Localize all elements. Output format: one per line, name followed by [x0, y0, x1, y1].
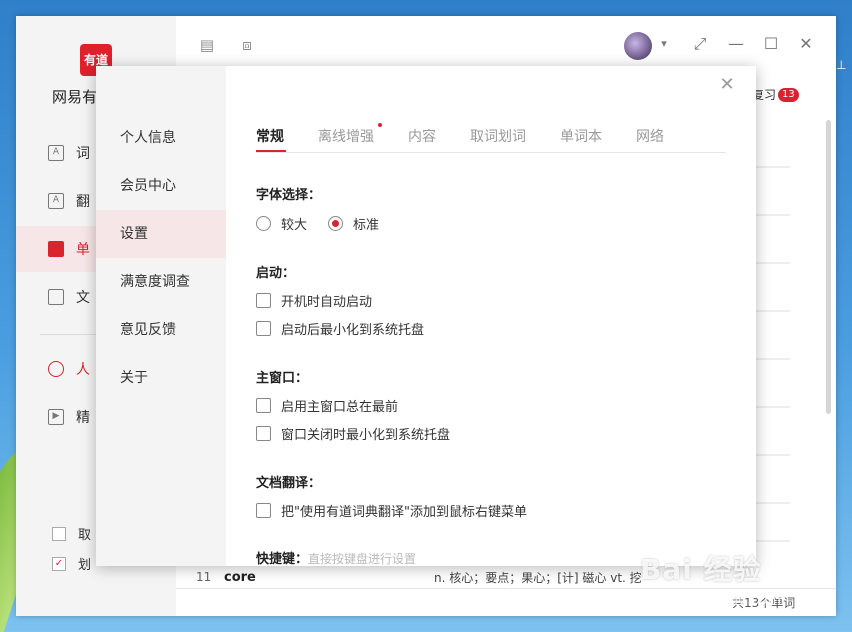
tab-wordbook[interactable]: 单词本 — [560, 126, 602, 146]
check-label: 取 — [78, 528, 92, 543]
tab-content[interactable]: 内容 — [408, 126, 436, 146]
baidu-jingyan-watermark: Bai 经验 — [640, 553, 762, 586]
sidebar-item-label: 翻 — [76, 194, 90, 210]
tab-capture[interactable]: 取词划词 — [470, 126, 526, 146]
capture-word-toggle[interactable]: 取 — [52, 524, 91, 543]
shortcut-hint: 直接按键盘进行设置 — [308, 552, 417, 566]
row-definition: n. 核心；要点；果心；[计] 磁心 vt. 挖 — [434, 570, 642, 585]
checkbox[interactable] — [256, 398, 271, 413]
new-badge-dot — [378, 123, 382, 127]
close-icon[interactable]: ✕ — [716, 74, 738, 96]
checkbox-unchecked[interactable] — [52, 526, 66, 541]
option-label: 标准 — [353, 218, 380, 233]
row-word: core — [224, 569, 256, 585]
checkbox[interactable] — [256, 426, 271, 441]
settings-nav-profile[interactable]: 个人信息 — [96, 114, 226, 162]
option-label: 开机时自动启动 — [281, 295, 373, 310]
font-standard-option[interactable]: 标准 — [328, 214, 379, 233]
radio-button[interactable] — [256, 216, 271, 231]
minimize-icon[interactable]: — — [726, 34, 746, 54]
settings-nav-membership[interactable]: 会员中心 — [96, 162, 226, 210]
checkbox[interactable] — [256, 321, 271, 336]
review-count-badge: 13 — [778, 87, 799, 102]
avatar[interactable] — [624, 32, 652, 60]
option-label: 窗口关闭时最小化到系统托盘 — [281, 428, 451, 443]
main-window-section-title: 主窗口： — [256, 371, 309, 386]
sidebar-item-label: 精 — [76, 410, 90, 426]
sidebar-item-label: 人 — [76, 362, 90, 378]
sidebar-item-label: 词 — [76, 146, 90, 162]
restore-icon[interactable]: ⤢ — [690, 34, 710, 54]
close-icon[interactable]: ✕ — [796, 34, 816, 54]
app-name: 网易有 — [52, 88, 98, 106]
checkbox[interactable] — [256, 293, 271, 308]
translate-icon: A — [48, 193, 64, 209]
settings-nav-feedback[interactable]: 意见反馈 — [96, 306, 226, 354]
sidebar-item-label: 单 — [76, 242, 90, 258]
maximize-icon[interactable]: ☐ — [761, 34, 781, 54]
chevron-down-icon[interactable]: ▾ — [654, 34, 674, 54]
checkbox[interactable] — [256, 503, 271, 518]
settings-tabs: 常规 离线增强 内容 取词划词 单词本 网络 — [256, 118, 726, 153]
settings-nav-settings[interactable]: 设置 — [96, 210, 226, 258]
context-menu-option[interactable]: 把"使用有道词典翻译"添加到鼠标右键菜单 — [256, 501, 527, 520]
shortcut-section-title: 快捷键：直接按键盘进行设置 — [256, 548, 416, 566]
tab-offline[interactable]: 离线增强 — [318, 126, 374, 146]
tab-general[interactable]: 常规 — [256, 126, 284, 146]
option-label: 较大 — [281, 218, 308, 233]
wordbook-icon — [48, 241, 64, 257]
screenshot-icon[interactable]: ⧈ — [238, 36, 256, 54]
font-large-option[interactable]: 较大 — [256, 214, 307, 233]
minimize-on-close-option[interactable]: 窗口关闭时最小化到系统托盘 — [256, 424, 450, 443]
settings-nav-survey[interactable]: 满意度调查 — [96, 258, 226, 306]
settings-sidebar: 个人信息 会员中心 设置 满意度调查 意见反馈 关于 — [96, 66, 226, 566]
option-label: 启动后最小化到系统托盘 — [281, 323, 425, 338]
footer-divider — [176, 588, 836, 589]
startup-section-title: 启动： — [256, 266, 296, 281]
minimize-on-start-option[interactable]: 启动后最小化到系统托盘 — [256, 319, 424, 338]
human-translate-icon — [48, 361, 64, 377]
radio-button-selected[interactable] — [328, 216, 343, 231]
watermark-url: jingyan.baidu.com — [652, 592, 782, 608]
check-label: 划 — [78, 558, 92, 573]
select-word-toggle[interactable]: ✓ 划 — [52, 554, 91, 573]
active-tab-indicator — [256, 150, 286, 152]
settings-dialog: 个人信息 会员中心 设置 满意度调查 意见反馈 关于 ✕ 常规 离线增强 内容 … — [96, 66, 756, 566]
dictionary-icon: A — [48, 145, 64, 161]
desktop-edge-mark: ⊥ — [836, 58, 847, 72]
document-icon — [48, 289, 64, 305]
option-label: 启用主窗口总在最前 — [281, 400, 399, 415]
wordlist-scrollbar[interactable] — [826, 120, 831, 414]
autostart-option[interactable]: 开机时自动启动 — [256, 291, 372, 310]
settings-nav-about[interactable]: 关于 — [96, 354, 226, 402]
row-index: 11 — [196, 570, 212, 584]
review-button[interactable]: 复习 13 — [752, 86, 799, 103]
video-course-icon: ▶ — [48, 409, 64, 425]
checkbox-checked[interactable]: ✓ — [52, 556, 66, 571]
option-label: 把"使用有道词典翻译"添加到鼠标右键菜单 — [281, 505, 527, 520]
shortcut-title: 快捷键： — [256, 552, 309, 566]
tab-network[interactable]: 网络 — [636, 126, 664, 146]
sidebar-item-label: 文 — [76, 290, 90, 306]
doc-translate-section-title: 文档翻译： — [256, 476, 322, 491]
document-icon[interactable]: ▤ — [198, 36, 216, 54]
always-on-top-option[interactable]: 启用主窗口总在最前 — [256, 396, 398, 415]
font-section-title: 字体选择： — [256, 188, 322, 203]
